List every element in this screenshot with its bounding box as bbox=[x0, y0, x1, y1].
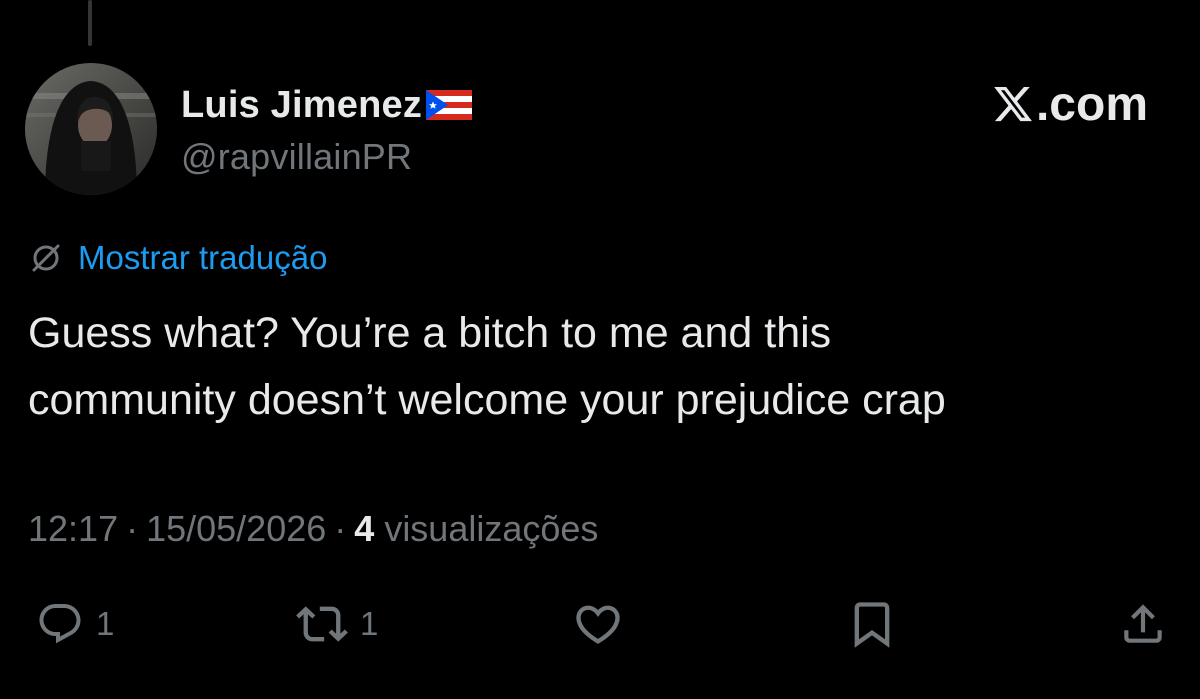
brand-domain-label: .com bbox=[1035, 77, 1148, 131]
repost-icon bbox=[296, 606, 348, 642]
author-name-row[interactable]: Luis Jimenez bbox=[181, 80, 473, 130]
reply-icon bbox=[39, 604, 81, 644]
views-label: visualizações bbox=[384, 508, 599, 549]
bookmark-icon bbox=[854, 602, 890, 648]
puerto-rico-flag-icon bbox=[426, 90, 473, 120]
like-button[interactable] bbox=[572, 596, 624, 652]
tweet-time[interactable]: 12:17 bbox=[28, 508, 118, 550]
repost-button[interactable]: 1 bbox=[296, 596, 378, 652]
reply-count: 1 bbox=[96, 605, 115, 642]
author-display-name[interactable]: Luis Jimenez bbox=[181, 84, 422, 127]
share-icon bbox=[1124, 604, 1162, 643]
meta-separator: · bbox=[126, 508, 139, 549]
share-button[interactable] bbox=[1118, 596, 1168, 652]
heart-icon bbox=[576, 605, 620, 644]
views-count: 4 bbox=[354, 508, 375, 549]
x-logo-icon bbox=[994, 86, 1032, 122]
tweet-text: Guess what? You’re a bitch to me and thi… bbox=[28, 309, 946, 424]
avatar[interactable] bbox=[25, 63, 157, 195]
author-handle[interactable]: @rapvillainPR bbox=[181, 136, 412, 178]
tweet-meta: 12:17 · 15/05/2026 · 4 visualizações bbox=[28, 506, 598, 552]
reply-button[interactable]: 1 bbox=[36, 596, 114, 652]
tweet-date[interactable]: 15/05/2026 bbox=[146, 508, 326, 550]
brand-watermark: .com bbox=[992, 74, 1148, 134]
translate-row[interactable]: Mostrar tradução bbox=[28, 236, 327, 280]
tweet-action-bar: 1 1 bbox=[0, 596, 1200, 652]
repost-count: 1 bbox=[360, 605, 379, 642]
globe-slash-icon bbox=[32, 244, 60, 272]
meta-separator: · bbox=[334, 508, 347, 549]
thread-connector-line bbox=[88, 0, 92, 46]
bookmark-button[interactable] bbox=[846, 596, 898, 652]
show-translation-link[interactable]: Mostrar tradução bbox=[78, 239, 327, 277]
